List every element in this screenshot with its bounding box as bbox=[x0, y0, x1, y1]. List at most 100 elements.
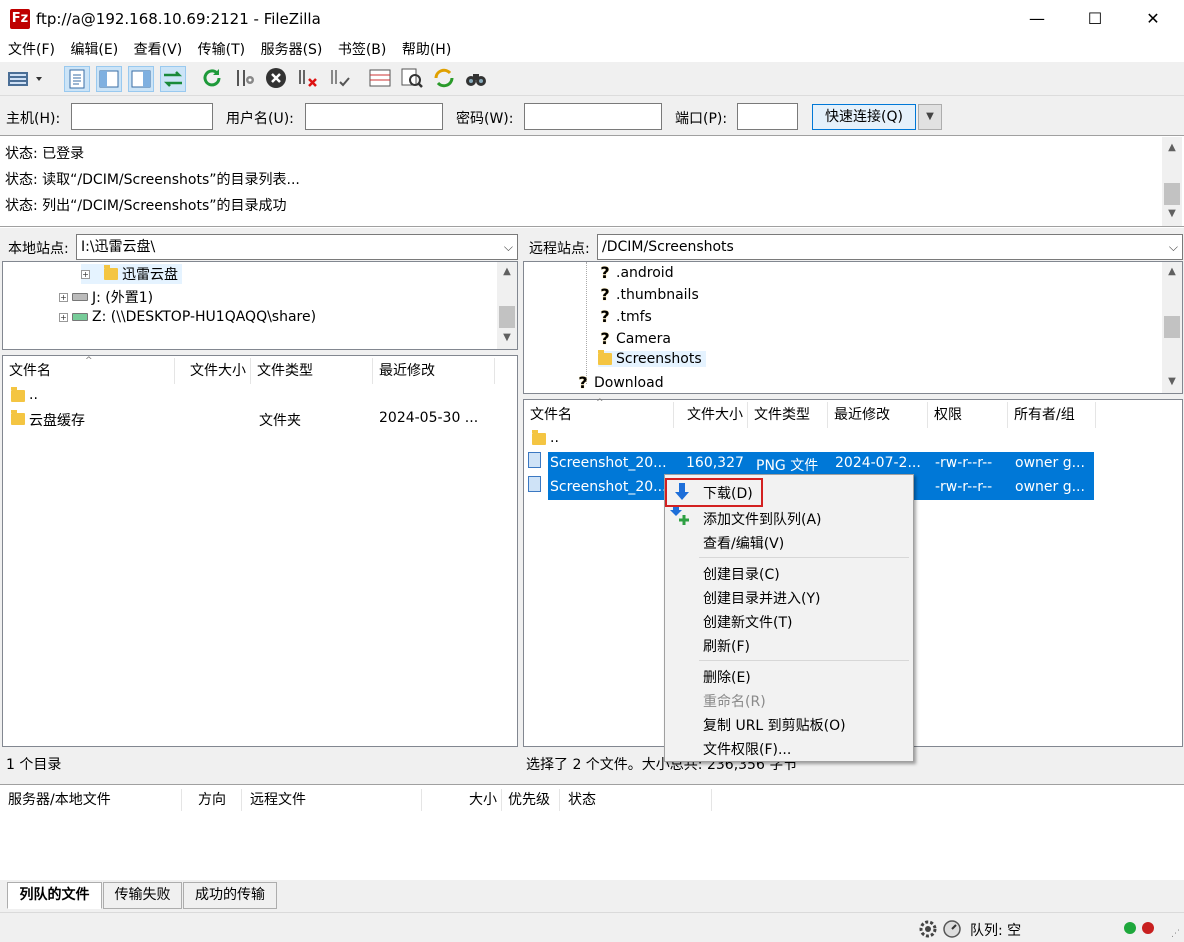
remote-tree-scrollbar[interactable]: ▲ ▼ bbox=[1162, 262, 1182, 393]
queue-header-size[interactable]: 大小 bbox=[422, 789, 502, 811]
directory-listing-filters-icon[interactable] bbox=[368, 66, 394, 92]
table-row[interactable]: .. bbox=[3, 386, 517, 408]
scroll-down-icon[interactable]: ▼ bbox=[1162, 373, 1182, 391]
search-remote-files-icon[interactable] bbox=[464, 66, 490, 92]
local-tree-item[interactable]: + Z: (\\DESKTOP-HU1QAQQ\share) bbox=[59, 309, 316, 325]
reconnect-icon[interactable] bbox=[328, 66, 354, 92]
disconnect-icon[interactable] bbox=[296, 66, 322, 92]
tab-failed-transfers[interactable]: 传输失败 bbox=[103, 882, 182, 909]
unknown-folder-icon: ? bbox=[578, 373, 588, 392]
expand-icon[interactable]: + bbox=[59, 292, 68, 302]
toggle-local-tree-icon[interactable] bbox=[96, 66, 122, 92]
column-header-owner[interactable]: 所有者/组 bbox=[1008, 402, 1096, 428]
tab-queued-files[interactable]: 列队的文件 bbox=[7, 882, 102, 909]
menu-bookmarks[interactable]: 书签(B) bbox=[338, 38, 387, 62]
remote-tree-item[interactable]: ? Camera bbox=[598, 329, 671, 348]
context-create-directory[interactable]: 创建目录(C) bbox=[703, 564, 780, 584]
scroll-up-icon[interactable]: ▲ bbox=[497, 263, 517, 281]
column-header-size[interactable]: 文件大小 bbox=[674, 402, 748, 428]
context-create-file[interactable]: 创建新文件(T) bbox=[703, 612, 792, 632]
host-input[interactable] bbox=[71, 103, 213, 130]
remote-tree-item[interactable]: ? .tmfs bbox=[598, 307, 651, 326]
remote-tree-item[interactable]: ? .android bbox=[598, 263, 673, 282]
column-header-permissions[interactable]: 权限 bbox=[928, 402, 1008, 428]
queue-status: 队列: 空 bbox=[970, 923, 1022, 939]
table-row-selected[interactable]: Screenshot_20... 160,327 PNG 文件 2024-07-… bbox=[548, 452, 1094, 476]
local-tree-scrollbar[interactable]: ▲ ▼ bbox=[497, 262, 517, 349]
local-tree-item-label: 迅雷云盘 bbox=[122, 267, 178, 283]
menu-file[interactable]: 文件(F) bbox=[8, 38, 55, 62]
sync-browsing-icon[interactable] bbox=[432, 66, 458, 92]
scroll-down-icon[interactable]: ▼ bbox=[1162, 205, 1182, 223]
port-label: 端口(P): bbox=[675, 111, 728, 127]
quick-connect-dropdown-icon[interactable]: ▼ bbox=[918, 104, 942, 130]
queue-header-remote-file[interactable]: 远程文件 bbox=[242, 789, 422, 811]
log-scrollbar[interactable]: ▲ ▼ bbox=[1162, 137, 1182, 226]
cancel-operation-icon[interactable] bbox=[264, 66, 290, 92]
scroll-up-icon[interactable]: ▲ bbox=[1162, 139, 1182, 157]
remote-tree-item[interactable]: Screenshots bbox=[598, 350, 706, 367]
minimize-button[interactable]: — bbox=[1008, 0, 1066, 38]
menu-help[interactable]: 帮助(H) bbox=[402, 38, 451, 62]
quick-connect-button[interactable]: 快速连接(Q) bbox=[812, 104, 916, 130]
chevron-down-icon[interactable]: ⌵ bbox=[504, 235, 513, 259]
scroll-thumb[interactable] bbox=[1164, 316, 1180, 338]
queue-header-direction[interactable]: 方向 bbox=[182, 789, 242, 811]
gear-icon[interactable] bbox=[918, 919, 938, 939]
table-row[interactable]: .. bbox=[524, 428, 1182, 450]
toggle-log-icon[interactable] bbox=[64, 66, 90, 92]
column-header-size[interactable]: 文件大小 bbox=[175, 358, 251, 384]
chevron-down-icon[interactable]: ⌵ bbox=[1169, 235, 1178, 259]
table-row[interactable]: 云盘缓存 文件夹 2024-05-30 ... bbox=[3, 409, 517, 431]
remote-tree-item[interactable]: ? .thumbnails bbox=[598, 285, 698, 304]
process-queue-icon[interactable] bbox=[232, 66, 258, 92]
speed-limit-icon[interactable] bbox=[942, 919, 962, 939]
maximize-button[interactable]: ☐ bbox=[1066, 0, 1124, 38]
queue-header-status[interactable]: 状态 bbox=[560, 789, 712, 811]
menu-server[interactable]: 服务器(S) bbox=[261, 38, 323, 62]
folder-icon bbox=[11, 410, 25, 425]
context-download[interactable]: 下载(D) bbox=[703, 483, 753, 503]
context-view-edit[interactable]: 查看/编辑(V) bbox=[703, 533, 784, 553]
context-delete[interactable]: 删除(E) bbox=[703, 667, 751, 687]
username-input[interactable] bbox=[305, 103, 443, 130]
column-header-type[interactable]: 文件类型 bbox=[748, 402, 828, 428]
port-input[interactable] bbox=[737, 103, 798, 130]
context-add-to-queue[interactable]: 添加文件到队列(A) bbox=[703, 509, 822, 529]
refresh-icon[interactable] bbox=[200, 66, 226, 92]
unknown-folder-icon: ? bbox=[600, 285, 610, 304]
local-path-combobox[interactable]: I:\迅雷云盘\ ⌵ bbox=[76, 234, 518, 260]
context-refresh[interactable]: 刷新(F) bbox=[703, 636, 750, 656]
column-header-modified[interactable]: 最近修改 bbox=[828, 402, 928, 428]
column-header-modified[interactable]: 最近修改 bbox=[373, 358, 495, 384]
local-tree-item[interactable]: + J: (外置1) bbox=[59, 287, 153, 307]
column-header-type[interactable]: 文件类型 bbox=[251, 358, 373, 384]
queue-header-server-local[interactable]: 服务器/本地文件 bbox=[0, 789, 182, 811]
toggle-comparison-icon[interactable] bbox=[400, 66, 426, 92]
remote-path-combobox[interactable]: /DCIM/Screenshots ⌵ bbox=[597, 234, 1183, 260]
close-button[interactable]: ✕ bbox=[1124, 0, 1182, 38]
scroll-up-icon[interactable]: ▲ bbox=[1162, 263, 1182, 281]
context-copy-url[interactable]: 复制 URL 到剪贴板(O) bbox=[703, 715, 846, 735]
scroll-down-icon[interactable]: ▼ bbox=[497, 329, 517, 347]
upload-led-icon bbox=[1124, 922, 1136, 934]
scroll-thumb[interactable] bbox=[1164, 183, 1180, 205]
toggle-remote-tree-icon[interactable] bbox=[128, 66, 154, 92]
menu-edit[interactable]: 编辑(E) bbox=[70, 38, 118, 62]
expand-icon[interactable]: + bbox=[81, 269, 90, 279]
site-manager-icon[interactable] bbox=[6, 66, 46, 92]
resize-grip-icon[interactable]: ⋰ bbox=[1166, 929, 1180, 941]
expand-icon[interactable]: + bbox=[59, 312, 68, 322]
password-input[interactable] bbox=[524, 103, 662, 130]
context-file-permissions[interactable]: 文件权限(F)... bbox=[703, 739, 791, 759]
menu-view[interactable]: 查看(V) bbox=[134, 38, 183, 62]
context-create-directory-enter[interactable]: 创建目录并进入(Y) bbox=[703, 588, 820, 608]
toggle-queue-icon[interactable] bbox=[160, 66, 186, 92]
tab-successful-transfers[interactable]: 成功的传输 bbox=[183, 882, 277, 909]
local-tree-item[interactable]: + 迅雷云盘 bbox=[81, 264, 182, 284]
remote-tree-item[interactable]: ? Download bbox=[576, 373, 663, 392]
scroll-thumb[interactable] bbox=[499, 306, 515, 328]
context-rename[interactable]: 重命名(R) bbox=[703, 691, 766, 711]
queue-header-priority[interactable]: 优先级 bbox=[502, 789, 560, 811]
menu-transfer[interactable]: 传输(T) bbox=[198, 38, 245, 62]
